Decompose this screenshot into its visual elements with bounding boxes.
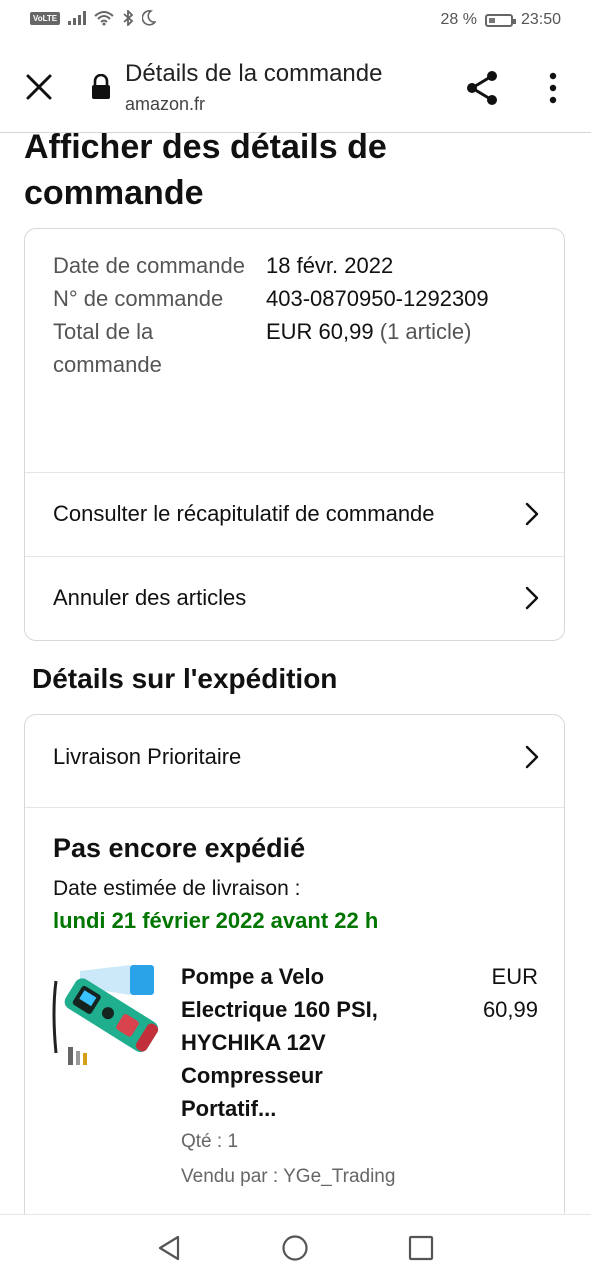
order-number-value: 403-0870950-1292309 [266, 286, 489, 311]
chevron-right-icon [525, 745, 539, 769]
battery-icon [484, 13, 516, 27]
cancel-items-link[interactable]: Annuler des articles [25, 556, 564, 640]
toolbar-title: Détails de la commande [125, 60, 383, 87]
more-vert-icon[interactable] [538, 68, 568, 108]
order-total-row: Total de la commande EUR 60,99 (1 articl… [53, 315, 543, 381]
shipment-status: Pas encore expédié [53, 833, 306, 863]
chevron-right-icon [525, 586, 539, 610]
close-icon[interactable] [22, 70, 56, 104]
clock: 23:50 [520, 11, 561, 28]
moon-icon [142, 10, 157, 26]
order-date-label: Date de commande [53, 253, 245, 278]
bluetooth-icon [123, 10, 134, 26]
system-nav-bar [0, 1214, 591, 1281]
product-price: EUR 60,99 [482, 964, 538, 1022]
view-order-summary-label: Consulter le récapitulatif de commande [53, 501, 435, 526]
share-icon[interactable] [462, 68, 502, 108]
product-image[interactable] [50, 961, 160, 1073]
page-title: Afficher des détails de commande [24, 128, 387, 212]
browser-toolbar: Détails de la commande amazon.fr [0, 42, 591, 133]
order-date-value: 18 févr. 2022 [266, 253, 394, 278]
order-total-value-wrap: EUR 60,99 (1 article) [266, 315, 471, 381]
shipping-method-label: Livraison Prioritaire [53, 744, 242, 769]
shipment-card: Livraison Prioritaire Pas encore expédié… [24, 714, 565, 1234]
lock-icon [92, 74, 110, 99]
recents-icon[interactable] [408, 1235, 434, 1261]
shipping-section-title: Détails sur l'expédition [32, 663, 338, 694]
battery-percent: 28 % [440, 11, 477, 28]
home-icon[interactable] [281, 1234, 309, 1262]
order-number-row: N° de commande 403-0870950-1292309 [53, 282, 543, 315]
chevron-right-icon [525, 502, 539, 526]
order-summary-card: Date de commande 18 févr. 2022 N° de com… [24, 228, 565, 641]
delivery-estimate-date: lundi 21 février 2022 avant 22 h [53, 908, 379, 933]
product-seller: Vendu par : YGe_Trading [181, 1166, 396, 1187]
order-total-value: EUR 60,99 [266, 319, 374, 344]
battery-fill [488, 17, 495, 23]
order-total-label: Total de la commande [53, 319, 162, 377]
status-left: VoLTE [30, 10, 157, 26]
status-right: 28 % 23:50 [440, 11, 561, 29]
delivery-estimate-label: Date estimée de livraison : [53, 877, 301, 900]
view-order-summary-link[interactable]: Consulter le récapitulatif de commande [25, 472, 564, 556]
order-total-count: (1 article) [373, 319, 472, 344]
divider [25, 807, 564, 808]
shipping-method-link[interactable]: Livraison Prioritaire [25, 715, 564, 799]
wifi-icon [94, 11, 114, 26]
cancel-items-label: Annuler des articles [53, 585, 247, 610]
product-quantity: Qté : 1 [181, 1131, 239, 1152]
signal-icon [68, 11, 87, 25]
order-number-label: N° de commande [53, 286, 224, 311]
product-title-link[interactable]: Pompe a Velo Electrique 160 PSI, HYCHIKA… [181, 960, 421, 1125]
back-icon[interactable] [156, 1234, 182, 1262]
volte-badge: VoLTE [30, 11, 61, 25]
status-bar: VoLTE 28 % 23:50 [0, 0, 591, 42]
order-date-row: Date de commande 18 févr. 2022 [53, 249, 543, 282]
order-info: Date de commande 18 févr. 2022 N° de com… [53, 249, 543, 381]
toolbar-domain: amazon.fr [125, 94, 206, 114]
